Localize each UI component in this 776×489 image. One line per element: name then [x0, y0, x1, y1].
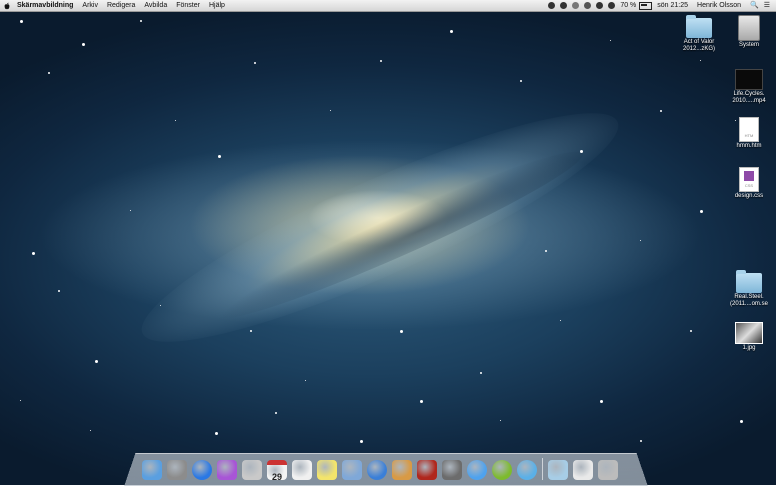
dock-items: 29: [142, 454, 623, 482]
star: [700, 210, 703, 213]
bluetooth-icon[interactable]: [584, 2, 592, 9]
menu-3[interactable]: Fönster: [176, 0, 200, 11]
apple-menu-icon[interactable]: [3, 2, 11, 10]
star: [610, 40, 611, 41]
folder-icon: [736, 270, 762, 293]
image-file-icon: [735, 322, 763, 344]
star: [600, 400, 603, 403]
notification-center-icon[interactable]: ☰: [764, 0, 770, 11]
star: [215, 432, 218, 435]
finder-icon[interactable]: [142, 460, 162, 480]
menu-2[interactable]: Avbilda: [144, 0, 167, 11]
battery-icon[interactable]: [639, 1, 653, 10]
star: [700, 60, 701, 61]
spotlight-icon[interactable]: 🔍: [750, 0, 759, 11]
trash-icon[interactable]: [598, 460, 618, 480]
star: [420, 400, 423, 403]
facetime-icon[interactable]: [442, 460, 462, 480]
star: [740, 420, 743, 423]
star: [450, 30, 453, 33]
clock[interactable]: sön 21:25: [657, 0, 688, 11]
star: [690, 330, 692, 332]
star: [90, 430, 91, 431]
video-file-icon: [735, 69, 763, 90]
app-store-icon[interactable]: [192, 460, 212, 480]
desktop-icon-design-css[interactable]: CSS design.css: [723, 167, 775, 200]
wifi-icon[interactable]: [596, 2, 604, 9]
desktop-wallpaper: [0, 0, 776, 485]
itunes-icon[interactable]: [367, 460, 387, 480]
star: [480, 372, 482, 374]
grab-scissors-icon[interactable]: [242, 460, 262, 480]
star: [95, 360, 98, 363]
safari-icon[interactable]: [517, 460, 537, 480]
star: [32, 252, 35, 255]
spotify-icon[interactable]: [492, 460, 512, 480]
star: [400, 330, 403, 333]
system-preferences-icon[interactable]: [167, 460, 187, 480]
star: [20, 400, 21, 401]
documents-stack-icon[interactable]: [573, 460, 593, 480]
dock-separator: [542, 458, 543, 480]
star: [360, 440, 363, 443]
photo-booth-icon[interactable]: [417, 460, 437, 480]
preview-icon[interactable]: [342, 460, 362, 480]
star: [380, 60, 382, 62]
calendar-icon[interactable]: 29: [267, 460, 287, 482]
menu-4[interactable]: Hjälp: [209, 0, 225, 11]
star: [140, 20, 142, 22]
menu-app-name[interactable]: Skärmavbildning: [17, 0, 73, 11]
star: [160, 305, 161, 306]
iphoto-icon[interactable]: [392, 460, 412, 480]
folder-icon: [686, 15, 712, 38]
desktop-icon-hmm-htm[interactable]: HTM hmm.htm: [723, 117, 775, 150]
desktop-icon-real-steel[interactable]: Real.Steel. (2011....om.se: [723, 270, 775, 308]
shield-icon[interactable]: [548, 2, 556, 9]
stickies-icon[interactable]: [317, 460, 337, 480]
star: [250, 330, 252, 332]
star: [82, 43, 85, 46]
reminders-icon[interactable]: [292, 460, 312, 480]
star: [560, 320, 561, 321]
hard-disk-icon: [738, 15, 760, 41]
html-file-icon: HTM: [739, 117, 759, 142]
star: [275, 412, 277, 414]
messages-icon[interactable]: [467, 460, 487, 480]
star: [175, 120, 176, 121]
desktop-icon-1-jpg[interactable]: 1.jpg: [723, 322, 775, 352]
menu-0[interactable]: Arkiv: [82, 0, 98, 11]
menu-bar: Skärmavbildning Arkiv Redigera Avbilda Föns…: [0, 0, 776, 12]
star: [48, 72, 50, 74]
star: [130, 210, 131, 211]
star: [254, 62, 256, 64]
desktop-icon-system[interactable]: System: [723, 15, 775, 49]
star: [330, 110, 331, 111]
paw-icon[interactable]: [560, 2, 568, 9]
battery-percent[interactable]: 70 %: [620, 0, 636, 11]
star: [545, 250, 547, 252]
itunes-lp-icon[interactable]: [217, 460, 237, 480]
star: [305, 380, 306, 381]
star: [520, 80, 522, 82]
star: [640, 440, 642, 442]
volume-icon[interactable]: [608, 2, 616, 9]
menu-items: Skärmavbildning Arkiv Redigera Avbilda Föns…: [17, 0, 234, 11]
downloads-folder-icon[interactable]: [548, 460, 568, 480]
star: [640, 240, 641, 241]
menu-1[interactable]: Redigera: [107, 0, 135, 11]
user-name[interactable]: Henrik Olsson: [697, 0, 741, 11]
star: [660, 110, 662, 112]
star: [20, 20, 23, 23]
status-area: 70 % sön 21:25 Henrik Olsson 🔍 ☰: [543, 0, 770, 11]
star: [58, 290, 60, 292]
star: [500, 420, 501, 421]
star: [218, 155, 221, 158]
desktop-icon-life-cycles[interactable]: Life.Cycles. 2010.....mp4: [723, 69, 775, 105]
desktop-icon-act-of-valor[interactable]: Act of Valor 2012...zKG): [673, 15, 725, 53]
css-file-icon: CSS: [739, 167, 759, 192]
star: [580, 150, 583, 153]
time-machine-icon[interactable]: [572, 2, 580, 9]
